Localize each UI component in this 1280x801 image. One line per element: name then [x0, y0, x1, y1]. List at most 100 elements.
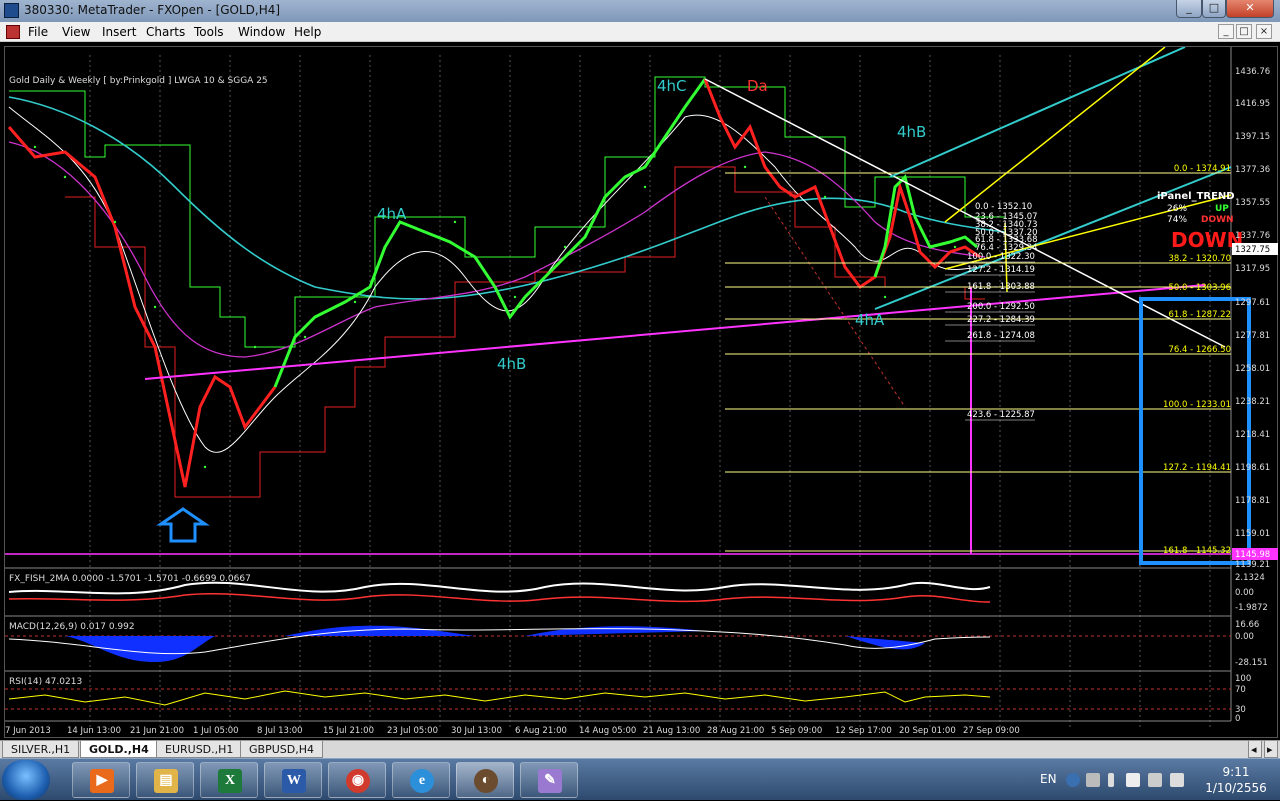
price-tick: 1337.76 [1235, 231, 1270, 241]
price-tick: 1258.01 [1235, 364, 1270, 374]
wave-label: 4hA [855, 311, 885, 329]
tab-scroll-left-icon[interactable]: ◂ [1248, 741, 1262, 758]
menu-tools[interactable]: Tools [194, 25, 224, 39]
fisher-tick: -1.9872 [1235, 603, 1268, 613]
menu-bar: File View Insert Charts Tools Window Hel… [0, 22, 1280, 42]
price-tick: 1416.95 [1235, 99, 1270, 109]
tab-eurusd-h1[interactable]: EURUSD.,H1 [156, 741, 243, 758]
price-candles [7, 78, 981, 488]
wave-label: 4hC [657, 77, 687, 95]
ipanel-trend: iPanel_TREND 26% UP 74% DOWN DOWN [1157, 191, 1243, 252]
taskbar-app-ie[interactable]: e [392, 762, 450, 798]
tab-silver-h1[interactable]: SILVER.,H1 [2, 741, 80, 758]
fisher-signal-line [8, 592, 991, 603]
rsi-axis: 100 70 30 0 [1235, 674, 1251, 724]
system-tray: EN 9:11 1/10/2556 [1030, 759, 1280, 801]
fisher-axis: 2.1324 0.00 -1.9872 [1235, 573, 1268, 613]
time-tick: 23 Jul 05:00 [387, 726, 438, 736]
close-button[interactable]: ✕ [1226, 0, 1274, 18]
minimize-button[interactable]: _ [1176, 0, 1202, 18]
show-hidden-icons-icon[interactable] [1108, 773, 1114, 787]
taskbar-app-word[interactable]: W [264, 762, 322, 798]
taskbar-app-folder[interactable]: ▤ [136, 762, 194, 798]
network-icon[interactable] [1148, 773, 1162, 787]
keyboard-icon[interactable] [1086, 773, 1100, 787]
tab-gbpusd-h4[interactable]: GBPUSD,H4 [240, 741, 323, 758]
language-indicator[interactable]: EN [1040, 772, 1057, 786]
doc-minimize-button[interactable]: _ [1218, 24, 1234, 39]
ipanel-dir-up: UP [1215, 204, 1229, 214]
start-button[interactable] [2, 760, 50, 800]
support-trendline [144, 284, 1206, 380]
help-icon[interactable] [1066, 773, 1080, 787]
action-center-flag-icon[interactable] [1126, 773, 1140, 787]
ma-white-line [8, 106, 986, 453]
fib-mid-label: 161.8 - 1303.88 [967, 282, 1035, 292]
yellow-fan-line-1 [944, 47, 1166, 223]
time-tick: 21 Aug 13:00 [643, 726, 700, 736]
clock-date[interactable]: 1/10/2556 [1202, 781, 1270, 795]
panel-separators [5, 47, 1232, 722]
time-tick: 5 Sep 09:00 [771, 726, 822, 736]
time-tick: 6 Aug 21:00 [515, 726, 567, 736]
menu-view[interactable]: View [62, 25, 90, 39]
chart-area[interactable]: Gold Daily & Weekly [ by:Prinkgold ] LWG… [4, 46, 1278, 738]
low-price-label: 1145.98 [1235, 550, 1270, 560]
taskbar-app-metatrader[interactable]: ◐ [456, 762, 514, 798]
upper-channel-line [9, 76, 1005, 348]
maximize-button[interactable]: □ [1202, 0, 1226, 18]
fib-right-label: 127.2 - 1194.41 [1163, 463, 1231, 473]
taskbar-app-media-player[interactable]: ▶ [72, 762, 130, 798]
price-tick: 1357.55 [1235, 198, 1270, 208]
time-tick: 12 Sep 17:00 [835, 726, 892, 736]
wave-label: Da [747, 77, 768, 95]
macd-label: MACD(12,26,9) 0.017 0.992 [9, 622, 135, 632]
rsi-label: RSI(14) 47.0213 [9, 677, 82, 687]
time-tick: 30 Jul 13:00 [451, 726, 502, 736]
menu-help[interactable]: Help [294, 25, 321, 39]
taskbar: ▶ ▤ X W ◉ e ◐ ✎ EN 9:11 1/10/2556 [0, 758, 1280, 800]
fib-mid-label: 227.2 - 1284.39 [967, 315, 1035, 325]
macd-histogram [65, 625, 925, 662]
fib-right-label: 38.2 - 1320.70 [1168, 254, 1231, 264]
menu-charts[interactable]: Charts [146, 25, 185, 39]
time-tick: 1 Jul 05:00 [193, 726, 239, 736]
price-tick: 1377.36 [1235, 165, 1270, 175]
chrome-icon: ◉ [346, 769, 370, 793]
chart-window-icon[interactable] [6, 25, 20, 39]
wave-label: 4hA [377, 205, 407, 223]
price-axis: 1436.76 1416.95 1397.15 1377.36 1357.55 … [1235, 67, 1270, 570]
time-tick: 15 Jul 21:00 [323, 726, 374, 736]
doc-close-button[interactable]: × [1256, 24, 1272, 39]
menu-file[interactable]: File [28, 25, 48, 39]
volume-icon[interactable] [1170, 773, 1184, 787]
ie-icon: e [410, 769, 434, 793]
menu-window[interactable]: Window [238, 25, 285, 39]
fib-right-label: 61.8 - 1287.22 [1168, 310, 1231, 320]
time-tick: 14 Aug 05:00 [579, 726, 636, 736]
clock-time[interactable]: 9:11 [1206, 765, 1266, 779]
fib-right-label: 100.0 - 1233.01 [1163, 400, 1231, 410]
taskbar-app-paint[interactable]: ✎ [520, 762, 578, 798]
wave-label: 4hB [897, 123, 926, 141]
fib-right-label: 76.4 - 1266.50 [1168, 345, 1231, 355]
paint-icon: ✎ [538, 769, 562, 793]
excel-icon: X [218, 769, 242, 793]
fib-mid-labels: 0.0 - 1352.10 23.6 - 1345.07 38.2 - 1340… [967, 202, 1038, 420]
word-icon: W [282, 769, 306, 793]
ma-cyan-line [8, 96, 1006, 300]
taskbar-app-excel[interactable]: X [200, 762, 258, 798]
taskbar-app-chrome[interactable]: ◉ [328, 762, 386, 798]
rsi-tick: 70 [1235, 685, 1246, 695]
chart-header-label: Gold Daily & Weekly [ by:Prinkgold ] LWG… [9, 76, 268, 86]
menu-insert[interactable]: Insert [102, 25, 136, 39]
tab-scroll-right-icon[interactable]: ▸ [1264, 741, 1278, 758]
tab-gold-h4[interactable]: GOLD.,H4 [80, 741, 158, 758]
fib-mid-label: 127.2 - 1314.19 [967, 265, 1035, 275]
time-tick: 14 Jun 13:00 [67, 726, 121, 736]
time-axis: 7 Jun 2013 14 Jun 13:00 21 Jun 21:00 1 J… [5, 726, 1020, 736]
price-tick: 1198.61 [1235, 463, 1270, 473]
price-tick: 1397.15 [1235, 132, 1270, 142]
doc-restore-button[interactable]: □ [1236, 24, 1252, 39]
folder-icon: ▤ [154, 769, 178, 793]
